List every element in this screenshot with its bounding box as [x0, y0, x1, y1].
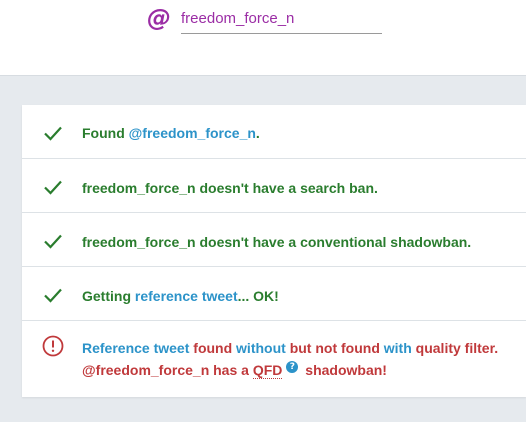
result-line-2: @freedom_force_n has a QFD? shadowban!: [82, 359, 498, 381]
result-text: Found @freedom_force_n.: [82, 122, 260, 144]
help-icon[interactable]: ?: [286, 361, 299, 373]
result-row-reference-tweet: Getting reference tweet... OK!: [22, 267, 526, 321]
alert-circle-icon: [42, 335, 64, 357]
qfd-term[interactable]: QFD: [252, 362, 283, 379]
result-text: freedom_force_n doesn't have a search ba…: [82, 180, 378, 196]
reference-tweet-link[interactable]: Reference tweet: [82, 340, 189, 356]
result-row-qfd-shadowban: Reference tweet found without but not fo…: [22, 321, 526, 397]
text-part: @freedom_force_n has a: [82, 362, 253, 378]
result-line-1: Reference tweet found without but not fo…: [82, 337, 498, 359]
check-icon: [44, 126, 62, 141]
text-part: found: [189, 340, 237, 356]
text-part: quality filter.: [411, 340, 499, 356]
text-part: ... OK!: [237, 288, 279, 304]
profile-link[interactable]: @freedom_force_n: [129, 125, 256, 141]
text-part: Found: [82, 125, 129, 141]
search-header: @: [0, 0, 526, 76]
username-input[interactable]: [181, 6, 382, 34]
check-icon: [44, 180, 62, 195]
text-part: .: [255, 125, 260, 141]
result-text: freedom_force_n doesn't have a conventio…: [82, 234, 472, 250]
text-part: Getting: [82, 288, 135, 304]
result-row-found: Found @freedom_force_n.: [22, 105, 526, 159]
check-icon: [44, 288, 62, 303]
reference-tweet-link[interactable]: reference tweet: [135, 288, 238, 304]
result-text: Getting reference tweet... OK!: [82, 285, 279, 307]
with-link[interactable]: with: [384, 340, 412, 356]
result-row-search-ban: freedom_force_n doesn't have a search ba…: [22, 159, 526, 213]
check-icon: [44, 234, 62, 249]
without-link[interactable]: without: [236, 340, 286, 356]
text-part: shadowban!: [301, 362, 387, 378]
results-list: Found @freedom_force_n. freedom_force_n …: [22, 105, 526, 397]
result-row-conventional-shadowban: freedom_force_n doesn't have a conventio…: [22, 213, 526, 267]
text-part: but not found: [285, 340, 384, 356]
result-text: Reference tweet found without but not fo…: [82, 337, 498, 381]
at-sign-icon: @: [147, 4, 171, 32]
